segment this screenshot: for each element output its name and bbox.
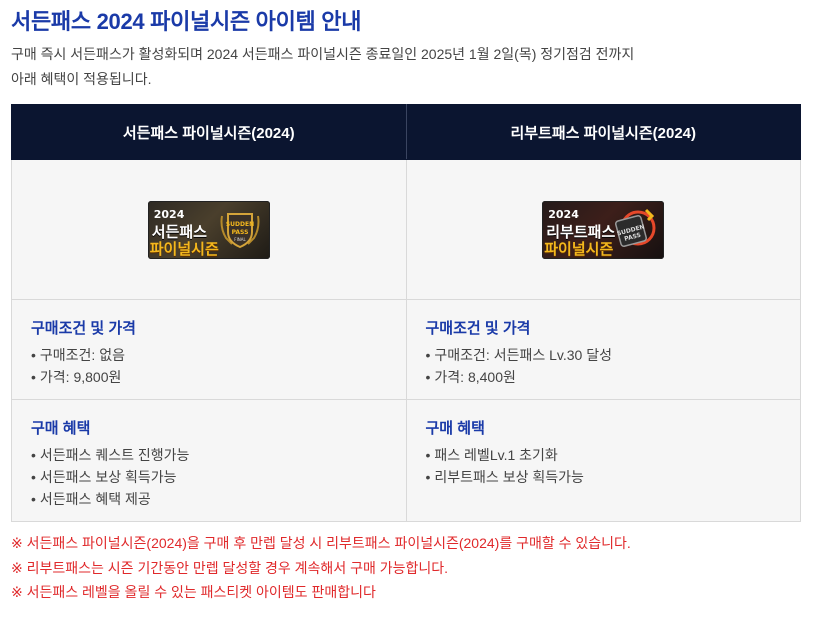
svg-text:SUDDEN: SUDDEN — [226, 221, 254, 228]
condition-list: • 구매조건: 서든패스 Lv.30 달성 • 가격: 8,400원 — [426, 344, 782, 388]
sudden-pass-benefits-cell: 구매 혜택 • 서든패스 퀘스트 진행가능 • 서든패스 보상 획득가능 • 서든패스… — [11, 399, 407, 522]
table-row-benefits: 구매 혜택 • 서든패스 퀘스트 진행가능 • 서든패스 보상 획득가능 • 서든패스… — [11, 399, 801, 522]
bullet-icon: • — [425, 447, 431, 463]
benefit-title: 구매 혜택 — [425, 420, 485, 437]
badge-year: 2024 — [548, 207, 579, 221]
sudden-pass-badge-image: 2024 서든패스 파이널시즌 SUDDEN PASS FINAL — [147, 200, 270, 259]
intro-text: 구매 즉시 서든패스가 활성화되며 2024 서든패스 파이널시즌 종료일인 2… — [11, 42, 634, 92]
page: 서든패스 2024 파이널시즌 아이템 안내 구매 즉시 서든패스가 활성화되며… — [0, 0, 835, 622]
bullet-icon: • — [425, 347, 431, 363]
reboot-pass-badge-image: 2024 리부트패스 파이널시즌 SUDDEN PASS — [542, 200, 665, 259]
list-item: • 서든패스 혜택 제공 — [31, 488, 387, 510]
bullet-icon: • — [31, 369, 36, 385]
list-item: • 패스 레벨Lv.1 초기화 — [426, 444, 782, 466]
benefit-list: • 패스 레벨Lv.1 초기화 • 리부트패스 보상 획득가능 — [426, 444, 782, 488]
list-item: • 구매조건: 서든패스 Lv.30 달성 — [426, 344, 782, 366]
list-item: • 가격: 9,800원 — [31, 366, 387, 388]
intro-line: 아래 혜택이 적용됩니다. — [11, 71, 152, 87]
list-item: • 서든패스 보상 획득가능 — [31, 466, 387, 488]
svg-text:FINAL: FINAL — [234, 237, 246, 242]
notice-item: ※ 서든패스 파이널시즌(2024)을 구매 후 만렙 달성 시 리부트패스 파… — [11, 535, 631, 551]
sudden-pass-conditions-cell: 구매조건 및 가격 • 구매조건: 없음 • 가격: 9,800원 — [11, 299, 407, 400]
reboot-emblem-icon: SUDDEN PASS — [615, 208, 656, 247]
reboot-pass-benefits-cell: 구매 혜택 • 패스 레벨Lv.1 초기화 • 리부트패스 보상 획득가능 — [405, 399, 801, 522]
list-item: • 가격: 8,400원 — [426, 366, 782, 388]
badge-year: 2024 — [153, 207, 185, 221]
reboot-pass-image-cell: 2024 리부트패스 파이널시즌 SUDDEN PASS — [405, 159, 801, 300]
column-header-reboot-pass: 리부트패스 파이널시즌(2024) — [405, 104, 801, 160]
condition-title: 구매조건 및 가격 — [31, 320, 136, 337]
notice-list: ※ 서든패스 파이널시즌(2024)을 구매 후 만렙 달성 시 리부트패스 파… — [11, 531, 631, 605]
column-header-sudden-pass: 서든패스 파이널시즌(2024) — [11, 104, 407, 160]
bullet-icon: • — [31, 491, 36, 507]
notice-item: ※ 리부트패스는 시즌 기간동안 만렙 달성할 경우 계속해서 구매 가능합니다… — [11, 559, 449, 576]
notice-item: ※ 서든패스 레벨을 올릴 수 있는 패스티켓 아이템도 판매합니다 — [11, 584, 376, 600]
bullet-icon: • — [425, 369, 431, 385]
list-item: • 리부트패스 보상 획득가능 — [426, 466, 782, 488]
reboot-pass-conditions-cell: 구매조건 및 가격 • 구매조건: 서든패스 Lv.30 달성 • 가격: 8,40… — [405, 299, 801, 400]
shield-emblem-icon: SUDDEN PASS FINAL — [220, 212, 260, 248]
bullet-icon: • — [31, 469, 36, 485]
badge-sub: 파이널시즌 — [544, 240, 614, 258]
bullet-icon: • — [31, 347, 36, 363]
condition-title: 구매조건 및 가격 — [425, 320, 531, 337]
list-item: • 서든패스 퀘스트 진행가능 — [31, 444, 387, 466]
table-row-images: 2024 서든패스 파이널시즌 SUDDEN PASS FINAL 2024 리… — [11, 159, 801, 300]
condition-list: • 구매조건: 없음 • 가격: 9,800원 — [31, 344, 387, 388]
benefit-list: • 서든패스 퀘스트 진행가능 • 서든패스 보상 획득가능 • 서든패스 혜택 제공 — [31, 444, 387, 510]
page-title: 서든패스 2024 파이널시즌 아이템 안내 — [11, 9, 362, 34]
list-item: • 구매조건: 없음 — [31, 344, 387, 366]
svg-text:PASS: PASS — [231, 229, 248, 236]
sudden-pass-image-cell: 2024 서든패스 파이널시즌 SUDDEN PASS FINAL — [11, 159, 407, 300]
intro-line: 구매 즉시 서든패스가 활성화되며 2024 서든패스 파이널시즌 종료일인 2… — [11, 46, 635, 62]
benefit-title: 구매 혜택 — [31, 420, 91, 437]
badge-sub: 파이널시즌 — [149, 240, 219, 258]
table-row-conditions: 구매조건 및 가격 • 구매조건: 없음 • 가격: 9,800원 구매조건 및 가… — [11, 299, 801, 400]
table-header-row: 서든패스 파이널시즌(2024) 리부트패스 파이널시즌(2024) — [11, 104, 801, 160]
pass-comparison-table: 서든패스 파이널시즌(2024) 리부트패스 파이널시즌(2024) 2024 … — [11, 104, 801, 522]
bullet-icon: • — [31, 447, 36, 463]
bullet-icon: • — [425, 469, 431, 485]
